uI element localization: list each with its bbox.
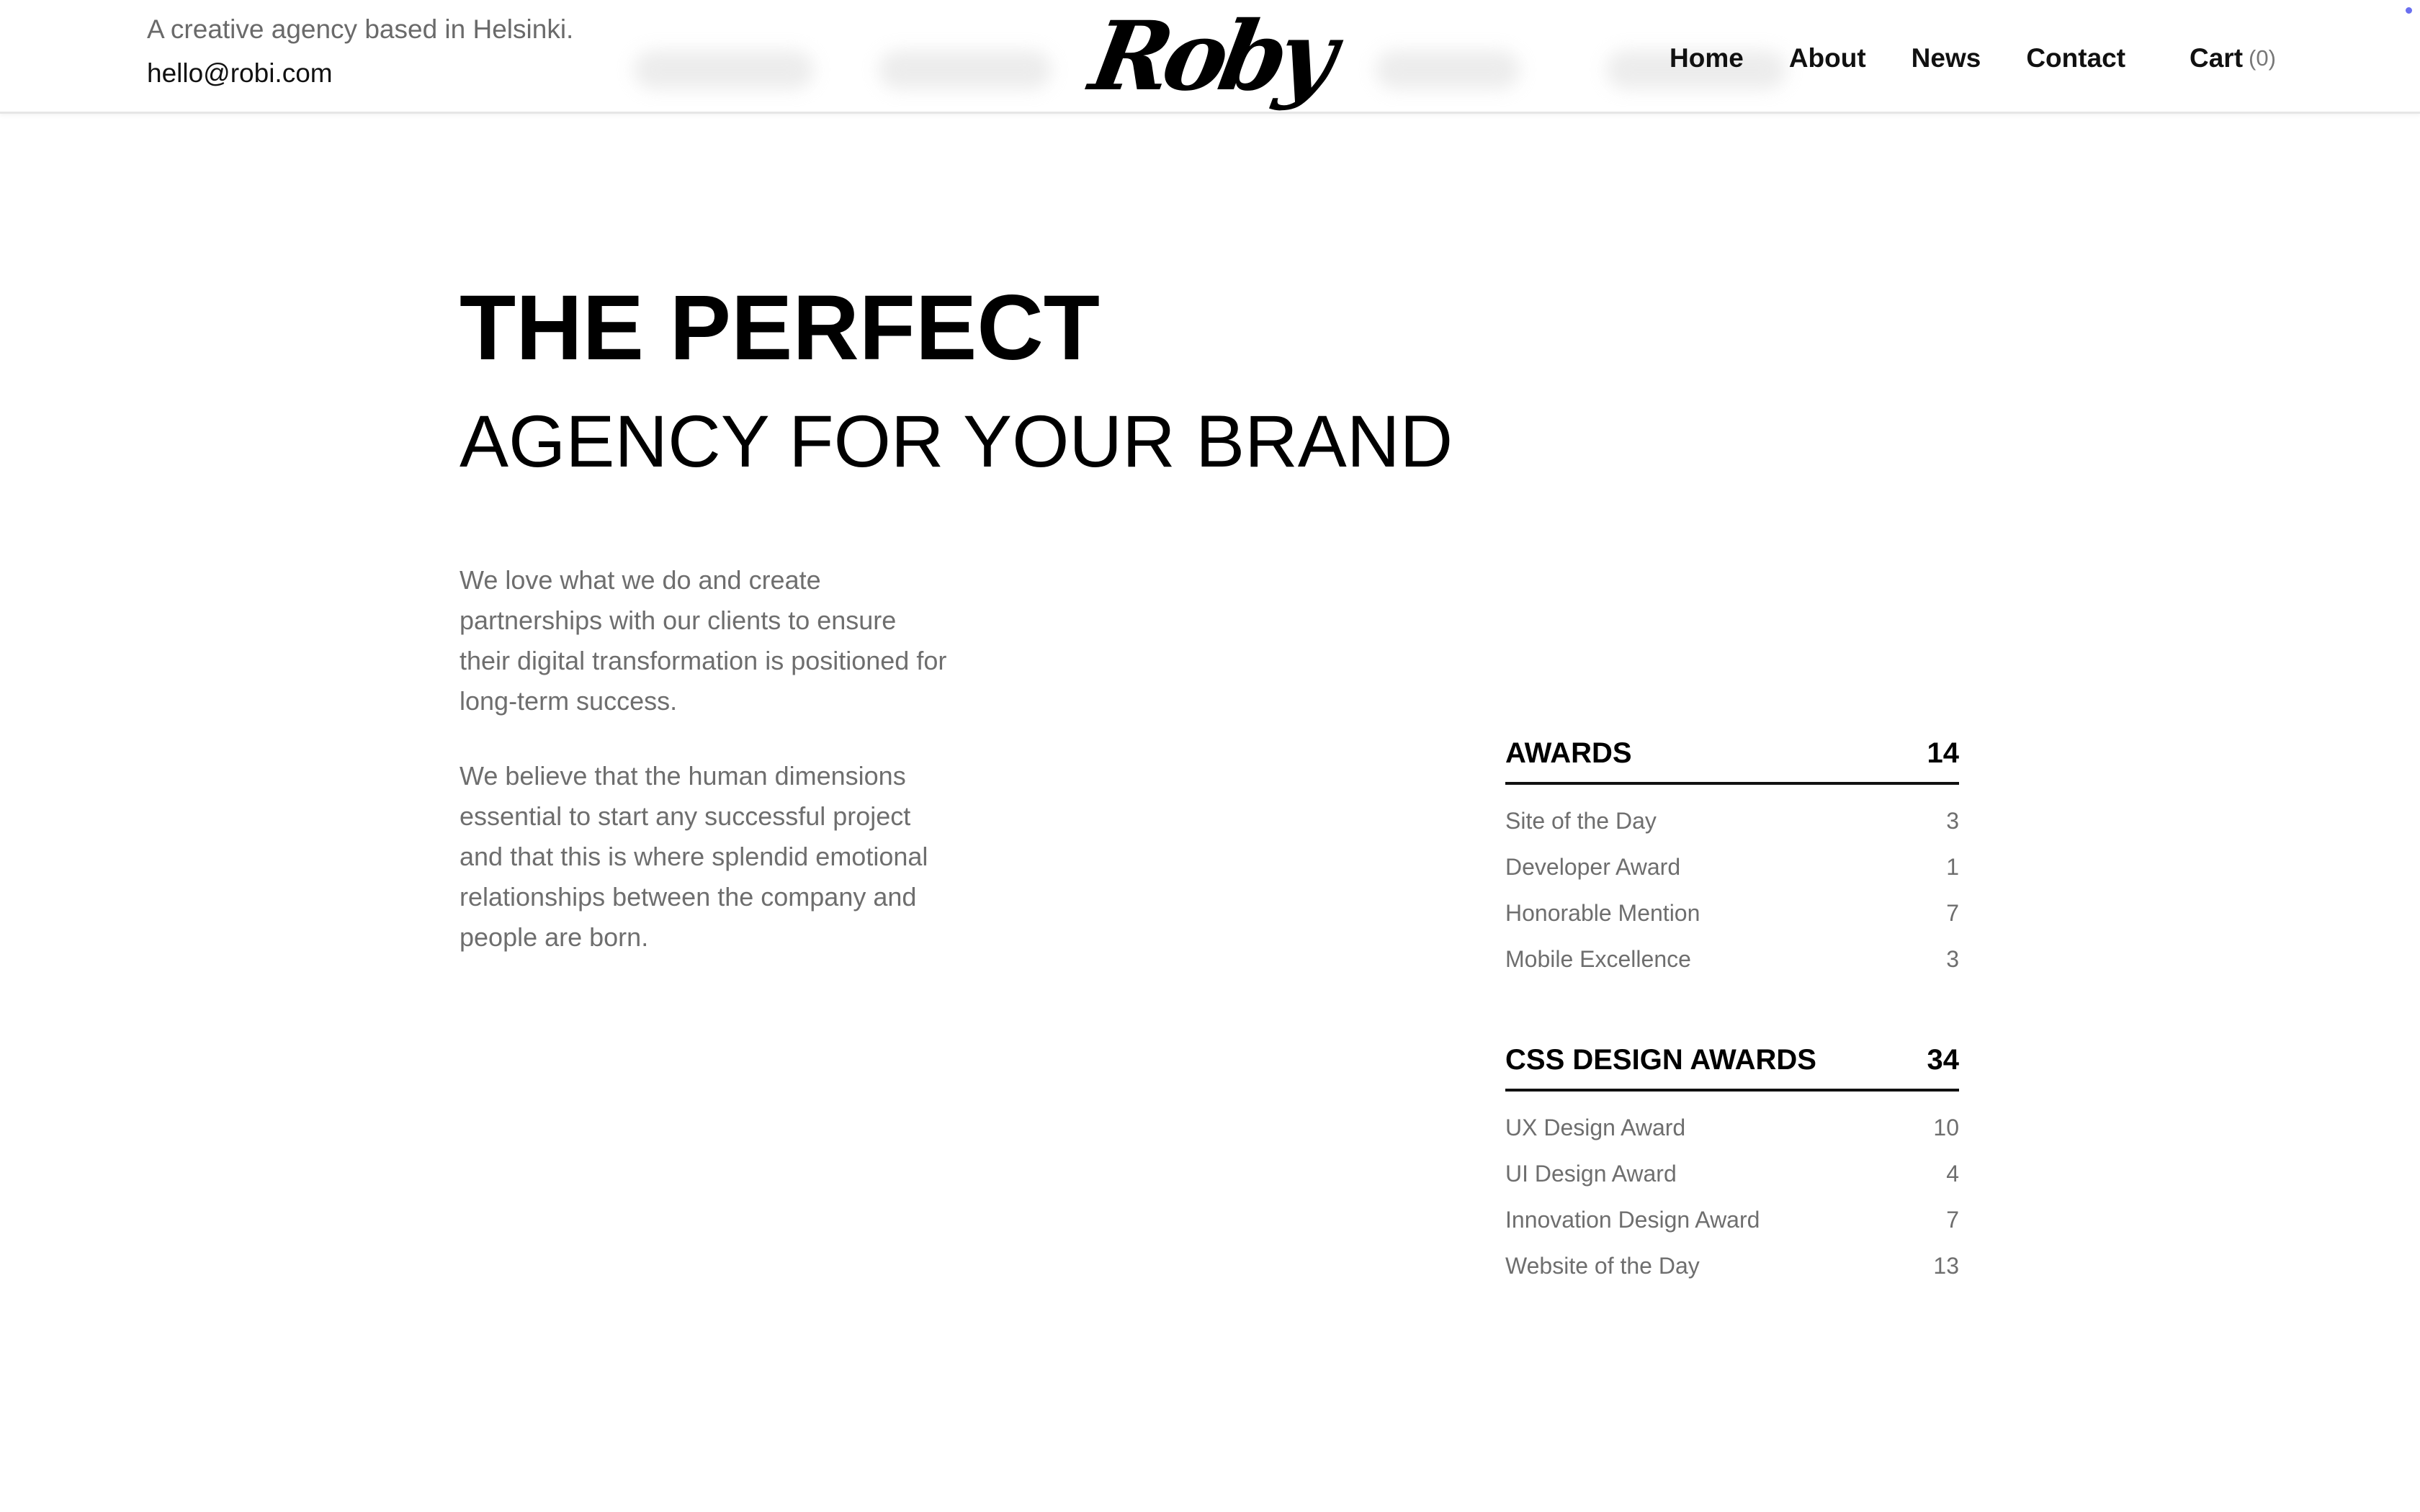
award-name: Innovation Design Award <box>1505 1206 1760 1233</box>
cart-link[interactable]: Cart (0) <box>2190 42 2276 73</box>
award-name: Website of the Day <box>1505 1252 1700 1279</box>
email-link[interactable]: hello@robi.com <box>147 60 573 86</box>
hero-subtitle: AGENCY FOR YOUR BRAND <box>460 400 1453 482</box>
awards-table: AWARDS 14 Site of the Day 3 Developer Aw… <box>1505 734 1959 982</box>
blurred-logo-2 <box>879 50 1052 89</box>
award-count: 7 <box>1946 899 1959 926</box>
award-count: 3 <box>1946 807 1959 834</box>
awards-title: AWARDS <box>1505 737 1632 769</box>
css-design-awards-table: CSS DESIGN AWARDS 34 UX Design Award 10 … <box>1505 1041 1959 1289</box>
award-count: 1 <box>1946 853 1959 880</box>
cart-count: (0) <box>2249 45 2276 71</box>
award-row: UX Design Award 10 <box>1505 1104 1959 1151</box>
nav-contact[interactable]: Contact <box>2026 45 2125 71</box>
nav-home[interactable]: Home <box>1670 45 1744 71</box>
intro-paragraph-2: We believe that the human dimensions ess… <box>460 761 928 952</box>
award-row: Mobile Excellence 3 <box>1505 936 1959 982</box>
award-count: 7 <box>1946 1206 1959 1233</box>
award-row: Developer Award 1 <box>1505 844 1959 890</box>
css-design-awards-total: 34 <box>1927 1044 1960 1076</box>
main-nav: Home About News Contact <box>1670 42 2125 73</box>
award-row: Honorable Mention 7 <box>1505 890 1959 936</box>
awards-list: Site of the Day 3 Developer Award 1 Hono… <box>1505 785 1959 982</box>
css-design-awards-list: UX Design Award 10 UI Design Award 4 Inn… <box>1505 1092 1959 1289</box>
intro-paragraph-1: We love what we do and create partnershi… <box>460 565 947 716</box>
award-name: Honorable Mention <box>1505 899 1700 926</box>
award-name: UX Design Award <box>1505 1114 1686 1140</box>
hero-title: THE PERFECT <box>460 276 1100 379</box>
award-name: Site of the Day <box>1505 807 1657 834</box>
header-contact-info: A creative agency based in Helsinki. hel… <box>147 16 573 86</box>
award-count: 4 <box>1946 1160 1959 1187</box>
award-row: UI Design Award 4 <box>1505 1151 1959 1197</box>
award-name: Mobile Excellence <box>1505 945 1691 972</box>
css-design-awards-title: CSS DESIGN AWARDS <box>1505 1044 1816 1076</box>
award-row: Website of the Day 13 <box>1505 1243 1959 1289</box>
site-header: A creative agency based in Helsinki. hel… <box>0 0 2420 114</box>
award-name: UI Design Award <box>1505 1160 1677 1187</box>
award-count: 3 <box>1946 945 1959 972</box>
cart-label: Cart <box>2190 42 2244 73</box>
nav-about[interactable]: About <box>1789 45 1866 71</box>
intro-text: We love what we do and create partnershi… <box>460 560 949 992</box>
brand-logo-text: Roby <box>1083 1 1338 112</box>
blurred-logo-3 <box>1376 50 1520 89</box>
award-row: Innovation Design Award 7 <box>1505 1197 1959 1243</box>
css-design-awards-header: CSS DESIGN AWARDS 34 <box>1505 1041 1959 1092</box>
awards-total: 14 <box>1927 737 1960 769</box>
corner-indicator-dot <box>2406 7 2412 14</box>
award-count: 13 <box>1933 1252 1959 1279</box>
award-count: 10 <box>1933 1114 1959 1140</box>
brand-logo[interactable]: Roby <box>1083 1 1337 112</box>
award-row: Site of the Day 3 <box>1505 798 1959 844</box>
awards-header: AWARDS 14 <box>1505 734 1959 785</box>
blurred-logo-1 <box>634 50 814 89</box>
award-name: Developer Award <box>1505 853 1681 880</box>
nav-news[interactable]: News <box>1912 45 1981 71</box>
agency-tagline: A creative agency based in Helsinki. <box>147 14 574 44</box>
